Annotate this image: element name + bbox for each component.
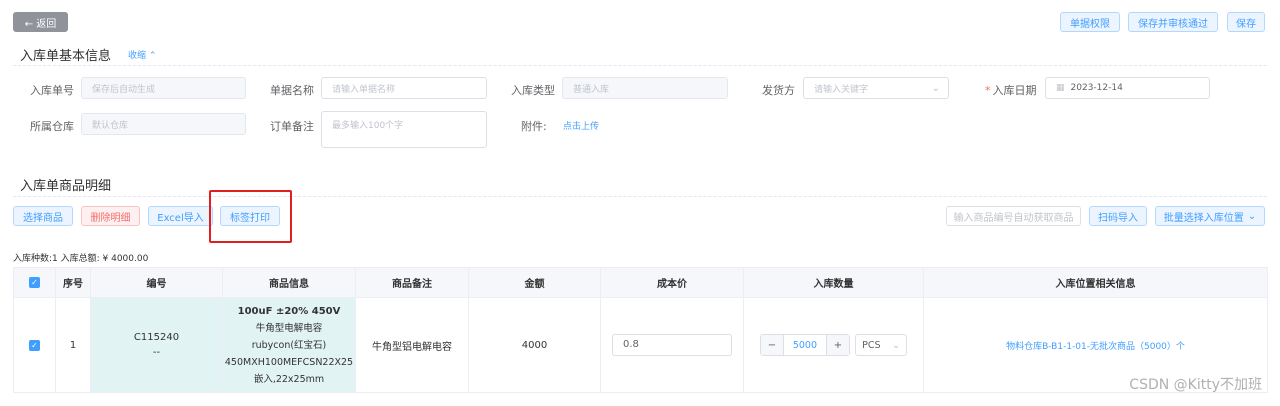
row-info: 100uF ±20% 450V 牛角型电解电容 rubycon(红宝石) 450… [222, 297, 356, 393]
row-cost-cell: 0.8 [600, 297, 744, 393]
save-button[interactable]: 保存 [1227, 12, 1265, 32]
shipper-label: 发货方 [762, 84, 795, 97]
header-index: 序号 [55, 267, 91, 298]
minus-button[interactable]: − [760, 335, 783, 355]
calendar-icon: ▦ [1056, 83, 1065, 93]
excel-import-button[interactable]: Excel导入 [148, 206, 213, 226]
section-title-basic: 入库单基本信息 [20, 49, 112, 64]
plus-button[interactable]: + [826, 335, 849, 355]
in-type-input[interactable]: 普通入库 [562, 77, 728, 99]
annotation-highlight-box [209, 190, 292, 243]
row-remark: 牛角型铝电解电容 [355, 297, 469, 393]
permission-button[interactable]: 单据权限 [1060, 12, 1120, 32]
table-row: ✓ 1 C115240 -- 100uF ±20% 450V 牛角型电解电容 ru… [13, 297, 1268, 393]
chevron-down-icon: ⌄ [931, 82, 940, 94]
doc-name-label: 单据名称 [270, 84, 314, 97]
chevron-up-icon: ⌃ [148, 51, 157, 61]
order-no-input[interactable]: 保存后自动生成 [81, 77, 246, 99]
header-cost: 成本价 [600, 267, 744, 298]
header-amount: 金额 [468, 267, 601, 298]
section-title-detail: 入库单商品明细 [20, 179, 112, 194]
scan-import-button[interactable]: 扫码导入 [1089, 206, 1147, 226]
header-remark: 商品备注 [355, 267, 469, 298]
header-location: 入库位置相关信息 [923, 267, 1268, 298]
order-no-label: 入库单号 [30, 84, 74, 97]
qty-stepper[interactable]: − 5000 + [759, 334, 850, 356]
checkbox-checked-icon: ✓ [29, 339, 40, 351]
batch-location-button[interactable]: 批量选择入库位置 ⌄ [1155, 206, 1265, 226]
upload-link[interactable]: 点击上传 [563, 119, 599, 132]
row-qty-cell: − 5000 + PCS ⌄ [743, 297, 924, 393]
header-info: 商品信息 [222, 267, 356, 298]
cost-input[interactable]: 0.8 [612, 334, 732, 356]
divider [13, 65, 1267, 66]
shipper-select[interactable]: 请输入关键字 ⌄ [803, 77, 949, 99]
in-date-label: * 入库日期 [985, 84, 1037, 97]
row-amount: 4000 [468, 297, 601, 393]
header-select-all[interactable]: ✓ [13, 267, 56, 298]
remark-label: 订单备注 [270, 120, 314, 133]
delete-detail-button[interactable]: 删除明细 [81, 206, 140, 226]
divider [13, 196, 1267, 197]
doc-name-input[interactable]: 请输入单据名称 [321, 77, 487, 99]
header-code: 编号 [90, 267, 223, 298]
unit-select[interactable]: PCS ⌄ [855, 334, 908, 356]
location-link[interactable]: 物料仓库B-B1-1-01-无批次商品（5000）个 [1006, 342, 1185, 352]
goods-table: ✓ 序号 编号 商品信息 商品备注 金额 成本价 入库数量 入库位置相关信息 ✓… [13, 267, 1268, 393]
select-goods-button[interactable]: 选择商品 [13, 206, 73, 226]
chevron-down-icon: ⌄ [892, 339, 901, 351]
chevron-down-icon: ⌄ [1247, 210, 1257, 222]
attachment-label: 附件: [521, 120, 547, 133]
watermark: CSDN @Kitty不加班 [1129, 377, 1262, 393]
row-index: 1 [55, 297, 91, 393]
in-date-input[interactable]: ▦ 2023-12-14 [1045, 77, 1210, 99]
remark-textarea[interactable]: 最多输入100个字 [321, 111, 487, 148]
save-approve-button[interactable]: 保存并审核通过 [1128, 12, 1218, 32]
goods-code-input[interactable]: 输入商品编号自动获取商品 [946, 206, 1081, 226]
checkbox-checked-icon: ✓ [29, 277, 40, 288]
warehouse-label: 所属仓库 [30, 120, 74, 133]
summary-text: 入库种数:1 入库总额: ¥ 4000.00 [13, 254, 149, 264]
warehouse-input[interactable]: 默认仓库 [81, 113, 246, 135]
collapse-link[interactable]: 收缩 ⌃ [128, 48, 156, 61]
qty-value[interactable]: 5000 [782, 335, 827, 355]
back-button[interactable]: ← 返回 [13, 12, 68, 32]
in-type-label: 入库类型 [511, 84, 555, 97]
row-code: C115240 -- [90, 297, 223, 393]
header-qty: 入库数量 [743, 267, 924, 298]
shipper-placeholder: 请输入关键字 [814, 84, 869, 95]
row-checkbox[interactable]: ✓ [13, 297, 56, 393]
